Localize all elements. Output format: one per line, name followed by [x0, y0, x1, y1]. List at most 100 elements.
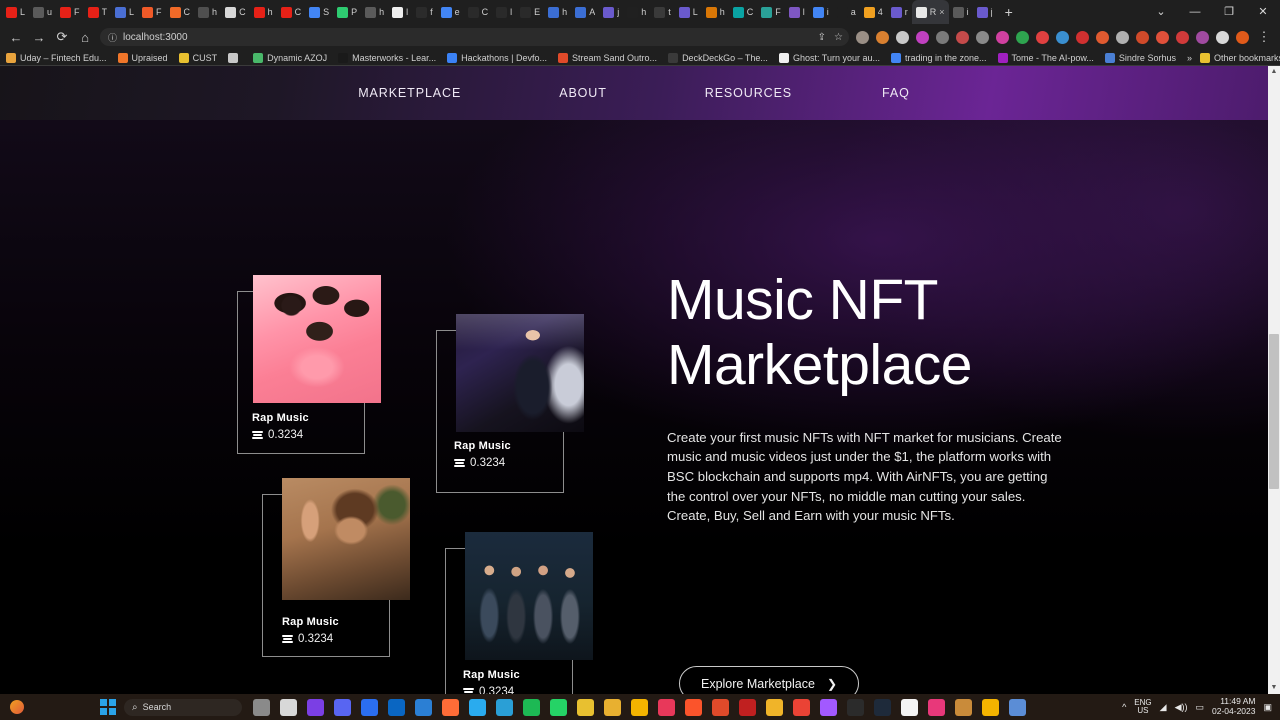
taskbar-app-task-view-icon[interactable]	[253, 698, 270, 716]
taskbar-app-terminal-icon[interactable]	[847, 698, 864, 716]
browser-menu-icon[interactable]: ⋮	[1256, 29, 1272, 45]
browser-tab[interactable]: P	[333, 0, 361, 24]
browser-tab[interactable]: T	[84, 0, 112, 24]
bookmark-item[interactable]: Masterworks - Lear...	[338, 52, 436, 63]
bookmark-item[interactable]: Stream Sand Outro...	[558, 52, 657, 63]
browser-tab[interactable]: a	[833, 0, 860, 24]
tab-close-icon[interactable]: ×	[939, 7, 944, 17]
bookmark-item[interactable]	[228, 52, 242, 63]
extension-icon[interactable]	[1176, 30, 1189, 44]
reload-icon[interactable]: ⟳	[54, 29, 70, 45]
browser-tab[interactable]: h	[361, 0, 388, 24]
close-window-icon[interactable]: ✕	[1246, 0, 1280, 24]
scrollbar-thumb[interactable]	[1269, 334, 1279, 489]
notifications-icon[interactable]: ▣	[1263, 702, 1272, 713]
browser-tab[interactable]: C	[221, 0, 250, 24]
bookmark-star-icon[interactable]: ☆	[834, 32, 843, 43]
nft-card[interactable]: Rap Music 0.3234	[445, 532, 595, 694]
taskbar-search-box[interactable]: ⌕ Search	[124, 698, 242, 716]
bookmark-item[interactable]: DeckDeckGo – The...	[668, 52, 768, 63]
forward-icon[interactable]: →	[31, 30, 47, 45]
taskbar-app-whatsapp-icon[interactable]	[550, 698, 567, 716]
widgets-icon[interactable]	[10, 700, 24, 714]
extension-icon[interactable]	[976, 30, 989, 44]
share-icon[interactable]: ⇪	[818, 32, 826, 43]
browser-tab[interactable]: u	[29, 0, 56, 24]
home-icon[interactable]: ⌂	[77, 30, 93, 45]
other-bookmarks-folder[interactable]: Other bookmarks	[1199, 52, 1280, 63]
bookmark-item[interactable]: Upraised	[117, 52, 168, 63]
browser-tab[interactable]: l	[492, 0, 516, 24]
taskbar-clock[interactable]: 11:49 AM 02-04-2023	[1212, 696, 1255, 717]
extension-icon[interactable]	[1056, 30, 1069, 44]
extension-icon[interactable]	[996, 30, 1009, 44]
taskbar-app-vscode-icon[interactable]	[415, 698, 432, 716]
browser-tab[interactable]: j	[599, 0, 623, 24]
nft-artwork[interactable]	[282, 478, 410, 600]
extension-icon[interactable]	[1036, 30, 1049, 44]
extension-icon[interactable]	[1076, 30, 1089, 44]
extension-icon[interactable]	[1096, 30, 1109, 44]
new-tab-button[interactable]: +	[997, 0, 1021, 24]
taskbar-app-wondershare-icon[interactable]	[361, 698, 378, 716]
nft-card[interactable]: Rap Music 0.3234	[237, 275, 387, 455]
tray-overflow-icon[interactable]: ^	[1122, 702, 1126, 712]
taskbar-app-crypto-icon[interactable]	[955, 698, 972, 716]
browser-tab[interactable]: h	[544, 0, 571, 24]
browser-tab[interactable]: e	[437, 0, 464, 24]
browser-tab[interactable]: i	[949, 0, 973, 24]
extension-icon[interactable]	[1156, 30, 1169, 44]
browser-tab[interactable]: l	[388, 0, 412, 24]
extension-icon[interactable]	[1236, 30, 1249, 44]
taskbar-app-brave-icon[interactable]	[685, 698, 702, 716]
bookmark-item[interactable]: Dynamic AZOJ	[253, 52, 327, 63]
extension-icon[interactable]	[916, 30, 929, 44]
address-bar[interactable]: ⓘ localhost:3000 ⇪ ☆	[100, 28, 849, 46]
extension-icon[interactable]	[1116, 30, 1129, 44]
scroll-up-arrow-icon[interactable]: ▲	[1268, 66, 1280, 78]
page-scrollbar[interactable]: ▲ ▼	[1268, 66, 1280, 694]
browser-tab[interactable]: j	[973, 0, 997, 24]
browser-tab[interactable]: A	[571, 0, 599, 24]
battery-icon[interactable]: ▭	[1195, 702, 1204, 713]
browser-tab[interactable]: i	[809, 0, 833, 24]
nft-artwork[interactable]	[456, 314, 584, 432]
taskbar-app-telegram-icon[interactable]	[469, 698, 486, 716]
minimize-to-tray-icon[interactable]: ⌄	[1144, 0, 1178, 24]
browser-tab[interactable]: L	[111, 0, 138, 24]
browser-tab[interactable]: S	[305, 0, 333, 24]
browser-tab[interactable]: E	[516, 0, 544, 24]
wifi-icon[interactable]: ◢	[1160, 702, 1167, 713]
nft-card[interactable]: Rap Music 0.3234	[436, 314, 586, 494]
extension-icon[interactable]	[936, 30, 949, 44]
maximize-icon[interactable]: ❐	[1212, 0, 1246, 24]
nav-item-faq[interactable]: FAQ	[872, 86, 920, 100]
taskbar-app-files-icon[interactable]	[604, 698, 621, 716]
volume-icon[interactable]: ◀))	[1175, 702, 1188, 713]
taskbar-app-figma-icon[interactable]	[820, 698, 837, 716]
taskbar-app-upraised-icon[interactable]	[307, 698, 324, 716]
extension-icon[interactable]	[1196, 30, 1209, 44]
browser-tab[interactable]: r	[887, 0, 912, 24]
bookmarks-overflow-icon[interactable]: »	[1187, 53, 1192, 63]
taskbar-app-postman-icon[interactable]	[442, 698, 459, 716]
bookmark-item[interactable]: Sindre Sorhus	[1104, 52, 1176, 63]
bookmark-item[interactable]: Tome - The AI-pow...	[997, 52, 1094, 63]
browser-tab[interactable]: L	[675, 0, 702, 24]
browser-tab[interactable]: h	[702, 0, 729, 24]
browser-tab[interactable]: l	[785, 0, 809, 24]
browser-tab[interactable]: C	[166, 0, 195, 24]
language-indicator[interactable]: ENG US	[1134, 698, 1151, 716]
browser-tab[interactable]: F	[138, 0, 166, 24]
taskbar-app-s-app-icon[interactable]	[766, 698, 783, 716]
taskbar-app-store-icon[interactable]	[577, 698, 594, 716]
browser-tab[interactable]: F	[757, 0, 785, 24]
extension-icon[interactable]	[1216, 30, 1229, 44]
browser-tab[interactable]: F	[56, 0, 84, 24]
start-button-icon[interactable]	[100, 699, 116, 715]
browser-tab[interactable]: f	[412, 0, 437, 24]
back-icon[interactable]: ←	[8, 30, 24, 45]
extension-icon[interactable]	[1136, 30, 1149, 44]
taskbar-app-mongodb-icon[interactable]	[712, 698, 729, 716]
taskbar-app-tradingview-icon[interactable]	[874, 698, 891, 716]
